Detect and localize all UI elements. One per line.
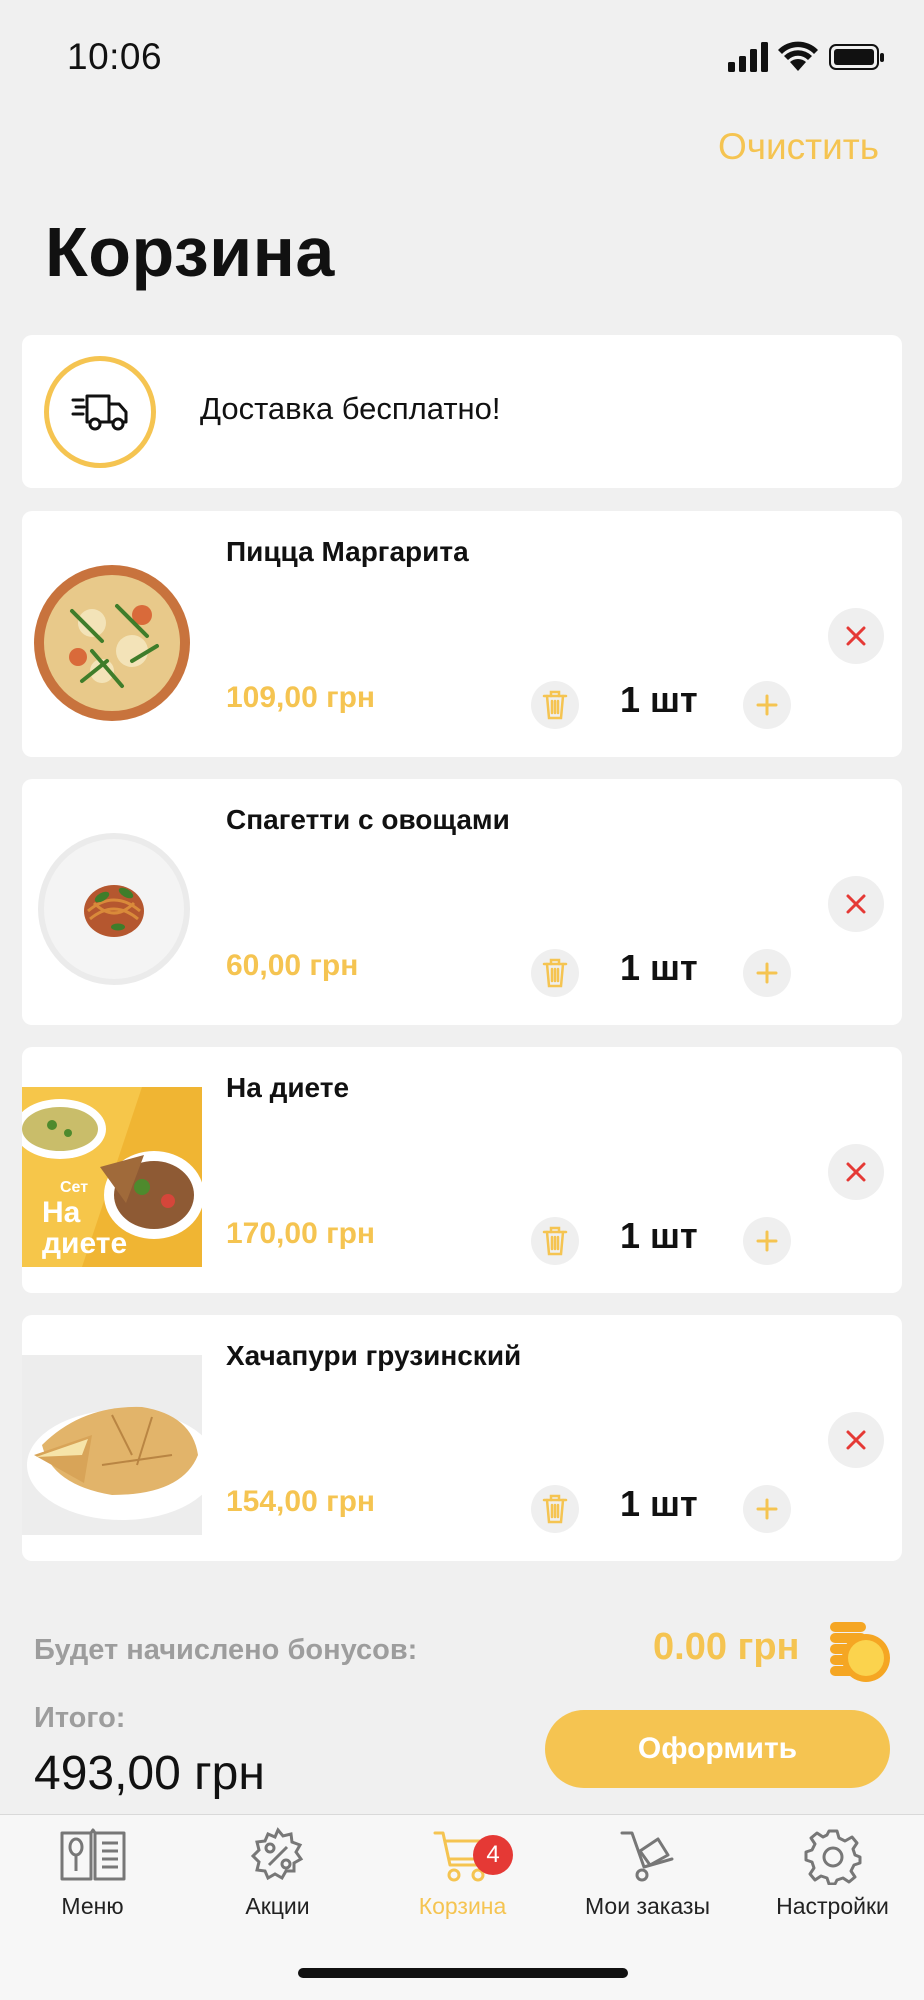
plus-icon (756, 962, 778, 984)
tab-my-orders[interactable]: Мои заказы (555, 1827, 740, 1947)
close-icon (846, 1162, 866, 1182)
trash-icon (542, 1494, 568, 1524)
diet-image-caption-small: Сет (60, 1179, 88, 1196)
status-icons (728, 41, 884, 72)
item-price: 60,00 грн (226, 949, 359, 982)
signal-icon (728, 42, 768, 72)
tab-settings[interactable]: Настройки (740, 1827, 924, 1947)
close-icon (846, 1430, 866, 1450)
item-name: На диете (226, 1072, 350, 1103)
delivery-icon-ring (44, 356, 156, 468)
wifi-icon (778, 41, 818, 71)
plus-icon (756, 1230, 778, 1252)
clear-cart-button[interactable]: Очистить (718, 126, 879, 168)
status-time: 10:06 (67, 36, 163, 77)
item-name: Пицца Маргарита (226, 536, 469, 567)
increase-quantity-button[interactable] (743, 949, 791, 997)
decrease-quantity-button[interactable] (531, 1485, 579, 1533)
cart-count-badge: 4 (473, 1835, 513, 1875)
increase-quantity-button[interactable] (743, 1485, 791, 1533)
item-quantity: 1 шт (620, 1483, 698, 1524)
remove-item-button[interactable] (828, 608, 884, 664)
delivery-banner: Доставка бесплатно! (22, 335, 902, 488)
total-value: 493,00 грн (34, 1747, 265, 1800)
remove-item-button[interactable] (828, 1144, 884, 1200)
item-quantity: 1 шт (620, 947, 698, 988)
total-label: Итого: (34, 1702, 126, 1734)
diet-set-image: Сет На диете (22, 1087, 202, 1267)
coins-icon (830, 1622, 890, 1682)
trash-icon (542, 1226, 568, 1256)
cart-item: Пицца Маргарита 109,00 грн 1 шт (22, 511, 902, 757)
pizza-image (22, 551, 202, 731)
spaghetti-image (22, 819, 202, 999)
decrease-quantity-button[interactable] (531, 949, 579, 997)
diet-image-caption-line1: На (42, 1196, 81, 1229)
delivery-truck-icon (71, 394, 128, 431)
item-quantity: 1 шт (620, 679, 698, 720)
tab-label: Акции (245, 1893, 310, 1919)
checkout-button[interactable]: Оформить (545, 1710, 890, 1788)
item-name: Хачапури грузинский (226, 1340, 522, 1371)
delivery-text: Доставка бесплатно! (200, 391, 501, 426)
item-price: 109,00 грн (226, 681, 376, 714)
menu-book-icon (60, 1828, 125, 1881)
item-price: 154,00 грн (226, 1485, 376, 1518)
tab-cart[interactable]: 4 Корзина (370, 1827, 555, 1947)
trash-icon (542, 958, 568, 988)
item-price: 170,00 грн (226, 1217, 376, 1250)
tab-label: Меню (61, 1893, 124, 1919)
item-quantity: 1 шт (620, 1215, 698, 1256)
tab-label: Корзина (418, 1893, 507, 1919)
close-icon (846, 894, 866, 914)
home-indicator (298, 1968, 628, 1978)
bonus-label: Будет начислено бонусов: (34, 1634, 418, 1666)
page-title: Корзина (45, 213, 335, 291)
gear-icon (804, 1829, 861, 1885)
diet-image-caption-line2: диете (42, 1227, 127, 1260)
item-name: Спагетти с овощами (226, 804, 510, 835)
khachapuri-image (22, 1355, 202, 1535)
close-icon (846, 626, 866, 646)
cart-item: Сет На диете На диете 170,00 грн 1 шт (22, 1047, 902, 1293)
cart-item: Спагетти с овощами 60,00 грн 1 шт (22, 779, 902, 1025)
increase-quantity-button[interactable] (743, 1217, 791, 1265)
remove-item-button[interactable] (828, 1412, 884, 1468)
tab-label: Мои заказы (585, 1893, 710, 1919)
increase-quantity-button[interactable] (743, 681, 791, 729)
plus-icon (756, 1498, 778, 1520)
tab-promotions[interactable]: Акции (185, 1827, 370, 1947)
decrease-quantity-button[interactable] (531, 1217, 579, 1265)
trash-icon (542, 690, 568, 720)
decrease-quantity-button[interactable] (531, 681, 579, 729)
cart-item: Хачапури грузинский 154,00 грн 1 шт (22, 1315, 902, 1561)
battery-icon (829, 44, 884, 70)
remove-item-button[interactable] (828, 876, 884, 932)
percent-gear-icon (250, 1827, 303, 1881)
plus-icon (756, 694, 778, 716)
hand-truck-icon (620, 1831, 673, 1882)
bonus-value: 0.00 грн (653, 1626, 800, 1668)
tab-label: Настройки (776, 1893, 889, 1919)
tab-menu[interactable]: Меню (0, 1827, 185, 1947)
